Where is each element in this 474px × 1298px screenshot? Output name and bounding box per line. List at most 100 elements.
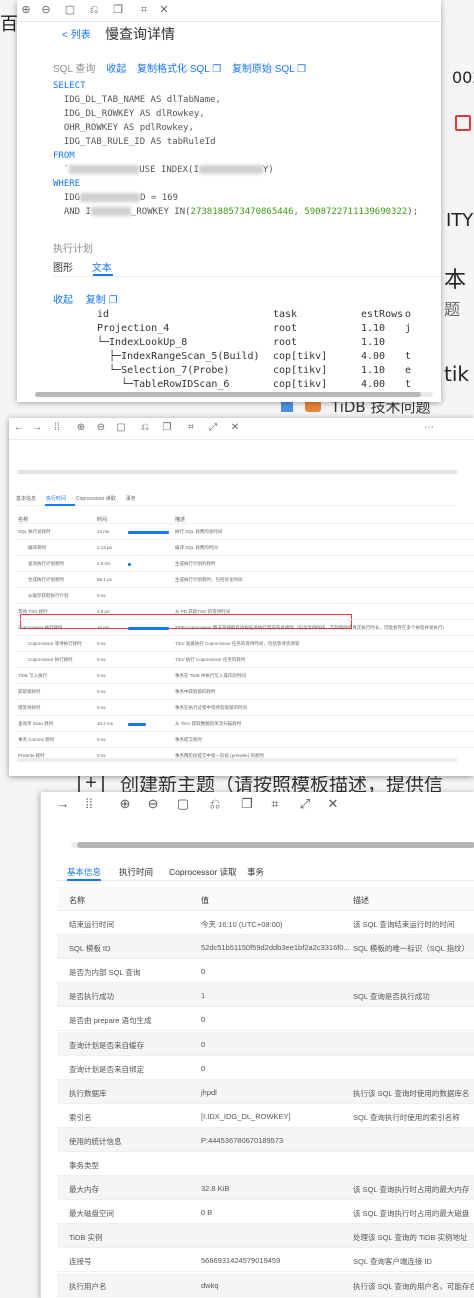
table-row: 锁等待耗时 0 ns 事务在执行过程中等待悲观锁的时间 [16,699,474,715]
row-name: 查询计划是否来自缓存 [69,1040,144,1050]
tab-1[interactable]: 执行时间 [46,496,66,502]
row-value: P:444536780670189573 [201,1135,284,1145]
scrollbar-thumb[interactable] [35,392,421,397]
plan-row: └─TableRowIDScan_6 cop[tikv] 4.00 t [97,378,411,392]
copy-icon[interactable]: ❐ [161,422,173,434]
crop-icon[interactable]: ⌗ [185,422,197,434]
page-title: 慢查询详情 [105,26,175,42]
table-row: 执行数据库 jhpdl 执行该 SQL 查询时使用的数据库名 [57,1079,474,1104]
row-time: 24 ms [97,625,110,630]
grid-icon[interactable]: ⁞⁞ [51,422,63,434]
rotate-icon[interactable]: ⎌ [139,422,151,434]
plan-copy-link[interactable]: 复制 ❐ [86,295,118,306]
fit-icon[interactable]: ▢ [175,796,191,812]
horizontal-scrollbar[interactable] [71,842,474,848]
row-time: 0 ns [97,657,106,662]
close-icon[interactable]: ✕ [325,796,341,812]
zoom-in-icon[interactable]: ⊕ [117,796,133,812]
copy-formatted-sql-link[interactable]: 复制格式化 SQL ❐ [137,64,221,75]
tab-1[interactable]: 执行时间 [119,866,153,878]
row-name: 锁等待耗时 [18,705,41,710]
fit-icon[interactable]: ▢ [63,3,77,17]
row-time: 3.8 μs [97,609,110,614]
rotate-icon[interactable]: ⎌ [207,796,223,812]
active-tab-underline [45,504,75,506]
fit-icon[interactable]: ▢ [115,422,127,434]
plan-cell-id: └─Selection_7(Probe) [97,365,230,376]
tab-0[interactable]: 基本信息 [16,496,36,502]
plan-cell-id: ├─IndexRangeScan_5(Build) [97,351,260,362]
forward-arrow-icon[interactable]: → [55,796,71,812]
zoom-out-icon[interactable]: ⊖ [39,3,53,17]
row-name: 事务类型 [69,1161,99,1170]
redacted-text [90,207,131,216]
zoom-in-icon[interactable]: ⊕ [19,3,33,17]
row-value: 今天 16:10 (UTC+08:00) [201,920,283,929]
crop-icon[interactable]: ⌗ [267,796,283,812]
horizontal-scrollbar[interactable] [35,392,433,397]
header-name: 名称 [69,896,85,905]
tab-text[interactable]: 文本 [92,263,112,274]
top-scrollbar[interactable] [17,470,457,474]
table-row: 最大磁盘空间 0 B 该 SQL 查询执行时占用的最大磁盘 [57,1200,474,1225]
row-name: 查询执行计划耗时 [28,561,64,566]
grid-icon[interactable]: ⁞⁞ [81,796,97,812]
crop-icon[interactable]: ⌗ [137,3,151,17]
sql-where-line-1: D = 169 [140,193,179,203]
expand-icon[interactable]: ⤢ [207,422,219,434]
row-desc: 执行该 SQL 查询的用户名，可能存在 [353,1281,474,1291]
row-desc: 事务在 TiDB 中执行写入操作的时间 [175,673,246,678]
table-row: 是否执行成功 1 SQL 查询是否执行成功 [57,983,474,1008]
sql-code-block: SELECT IDG_DL_TAB_NAME AS dlTabName, IDG… [53,81,419,217]
table-row: 使用的统计信息 P:444536780670189573 [57,1127,474,1152]
plan-row: ├─IndexRangeScan_5(Build) cop[tikv] 4.00 t [97,350,411,364]
table-row: 是否由 prepare 语句生成 0 [57,1007,474,1032]
table-header: 名称 值 描述 [57,887,474,911]
back-link[interactable]: < 列表 [62,26,91,41]
copy-icon[interactable]: ❐ [111,3,125,17]
table-row: SQL 执行总耗时 24 ms 执行 SQL 耗费的总时间 [16,523,474,539]
header-desc: 描述 [353,896,369,905]
row-value: jhpdl [201,1087,217,1097]
tab-3[interactable]: 事务 [126,496,136,502]
row-name: 从缓存获取执行计划 [28,593,69,598]
plan-collapse-link[interactable]: 收起 [53,295,73,306]
more-icon[interactable]: ⋯ [423,422,435,434]
bg-text-right-4: 题 [444,300,461,319]
subtab-divider [53,276,441,277]
sql-keyword-select: SELECT [53,81,86,91]
tab-2[interactable]: Coprocessor 读取 [76,496,116,502]
expand-icon[interactable]: ⤢ [297,796,313,812]
copy-icon[interactable]: ❐ [239,796,255,812]
zoom-out-icon[interactable]: ⊖ [145,796,161,812]
copy-raw-sql-link[interactable]: 复制原始 SQL ❐ [232,64,306,75]
close-icon[interactable]: ✕ [229,422,241,434]
row-name: Coprocessor 等待执行耗时 [28,641,82,646]
row-time: 2.13 μs [97,545,112,550]
row-desc: 执行该 SQL 查询时使用的数据库名 [353,1088,470,1098]
zoom-out-icon[interactable]: ⊖ [95,422,107,434]
forward-arrow-icon[interactable]: → [31,422,43,434]
close-icon[interactable]: ✕ [157,3,171,17]
row-desc: SQL 查询是否执行成功 [353,992,430,1002]
zoom-in-icon[interactable]: ⊕ [75,422,87,434]
row-name: Prewrite 耗时 [18,753,45,758]
row-value: 0 [201,1015,206,1025]
rotate-icon[interactable]: ⎌ [87,3,101,17]
plan-cell-id: └─TableRowIDScan_6 [97,379,230,390]
tab-3[interactable]: 事务 [247,866,264,878]
row-desc: 从 TiKV 获取数据的单次扫描耗时 [175,721,242,726]
tab-0[interactable]: 基本信息 [67,866,101,878]
tab-2[interactable]: Coprocessor 读取 [169,866,237,878]
row-desc: 该 SQL 查询执行时占用的最大磁盘 [353,1209,470,1219]
tab-graph[interactable]: 图形 [53,263,73,274]
row-name: 结束运行时间 [69,920,114,929]
row-name: 执行用户名 [69,1281,107,1291]
row-desc: 从 PD 获取TSO 的等待时间 [175,609,231,614]
row-desc: TiKV 执行 Coprocessor 任务的耗时 [175,657,246,662]
plan-cell-task: cop[tikv] [273,379,328,390]
collapse-link[interactable]: 收起 [106,64,126,75]
back-arrow-icon[interactable]: ← [13,422,25,434]
scrollbar-thumb[interactable] [77,842,474,848]
plan-header-estrows: estRows [361,309,404,320]
